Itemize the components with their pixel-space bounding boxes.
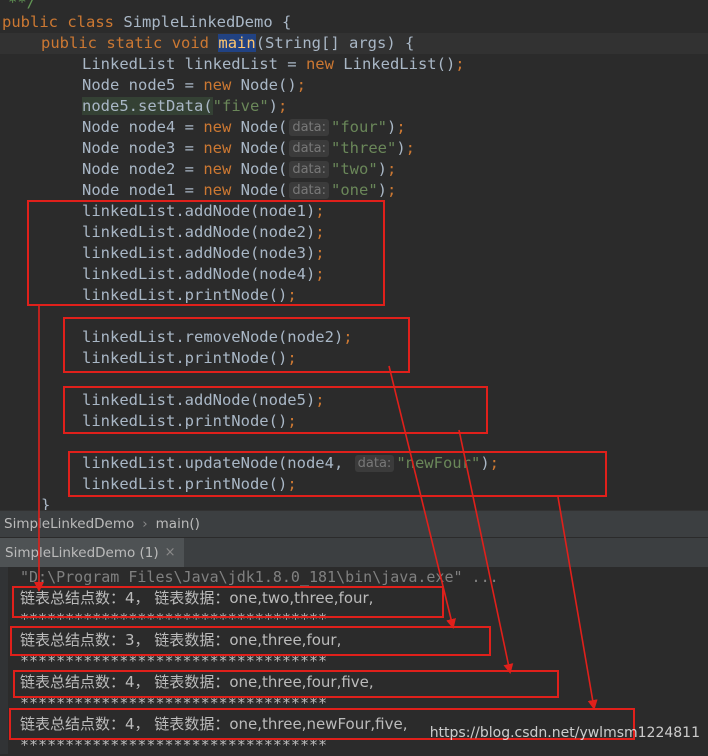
- code-line-18[interactable]: linkedList.printNode();: [82, 474, 297, 495]
- console-separator-line: **********************************: [20, 652, 328, 670]
- console-separator-line: **********************************: [20, 610, 328, 628]
- parameter-hint: data:: [289, 119, 329, 136]
- code-line-19[interactable]: }: [41, 495, 50, 510]
- code-line-15[interactable]: linkedList.addNode(node5);: [82, 390, 325, 411]
- code-line-8[interactable]: linkedList.addNode(node1);: [82, 201, 325, 222]
- code-line-16[interactable]: linkedList.printNode();: [82, 411, 297, 432]
- parameter-hint: data:: [289, 182, 329, 199]
- parameter-hint: data:: [354, 455, 395, 472]
- main-declaration-line[interactable]: public static void main(String[] args) {: [41, 33, 414, 54]
- code-line-13[interactable]: linkedList.removeNode(node2);: [82, 327, 353, 348]
- code-line-4[interactable]: Node node4 = new Node(data: "four");: [82, 117, 406, 138]
- code-line-17[interactable]: linkedList.updateNode(node4, data: "newFo…: [82, 453, 499, 474]
- code-line-11[interactable]: linkedList.addNode(node4);: [82, 264, 325, 285]
- code-editor[interactable]: **/ public class SimpleLinkedDemo { publ…: [0, 0, 708, 510]
- parameter-hint: data:: [289, 140, 329, 157]
- watermark-url: https://blog.csdn.net/ywlmsm1224811: [429, 725, 700, 741]
- breadcrumb-method[interactable]: main(): [156, 511, 200, 538]
- code-line-9[interactable]: linkedList.addNode(node2);: [82, 222, 325, 243]
- console-output-line: 链表总结点数：4， 链表数据：one,two,three,four,: [20, 589, 374, 607]
- main-method-name: main: [218, 34, 256, 52]
- code-line-7[interactable]: Node node1 = new Node(data: "one");: [82, 180, 396, 201]
- code-line-3[interactable]: node5.setData("five");: [82, 96, 287, 117]
- parameter-hint: data:: [289, 161, 329, 178]
- console-separator-line: **********************************: [20, 694, 328, 712]
- code-line-12[interactable]: linkedList.printNode();: [82, 285, 297, 306]
- tab-run-simplelinkeddemo[interactable]: SimpleLinkedDemo (1) ×: [0, 538, 184, 568]
- breadcrumb-class[interactable]: SimpleLinkedDemo: [0, 511, 134, 538]
- console-output-line: 链表总结点数：4， 链表数据：one,three,newFour,five,: [20, 715, 408, 733]
- code-line-6[interactable]: Node node2 = new Node(data: "two");: [82, 159, 396, 180]
- breadcrumb: SimpleLinkedDemo › main(): [0, 510, 708, 538]
- breadcrumb-separator: ›: [142, 516, 148, 532]
- code-line-14[interactable]: linkedList.printNode();: [82, 348, 297, 369]
- class-declaration-line[interactable]: public class SimpleLinkedDemo {: [2, 12, 291, 33]
- console-command-line: "D:\Program Files\Java\jdk1.8.0_181\bin\…: [20, 568, 499, 586]
- console-output-line: 链表总结点数：4， 链表数据：one,three,four,five,: [20, 673, 374, 691]
- run-tool-window-tabs: SimpleLinkedDemo (1) ×: [0, 537, 708, 568]
- close-icon[interactable]: ×: [165, 538, 176, 568]
- code-line-5[interactable]: Node node3 = new Node(data: "three");: [82, 138, 415, 159]
- console-output-line: 链表总结点数：3， 链表数据：one,three,four,: [20, 631, 342, 649]
- code-line-1[interactable]: LinkedList linkedList = new LinkedList()…: [82, 54, 465, 75]
- code-line-2[interactable]: Node node5 = new Node();: [82, 75, 306, 96]
- code-line-10[interactable]: linkedList.addNode(node3);: [82, 243, 325, 264]
- run-tab-label: SimpleLinkedDemo (1): [5, 545, 159, 561]
- console-separator-line: **********************************: [20, 736, 328, 754]
- console-gutter: [0, 567, 8, 754]
